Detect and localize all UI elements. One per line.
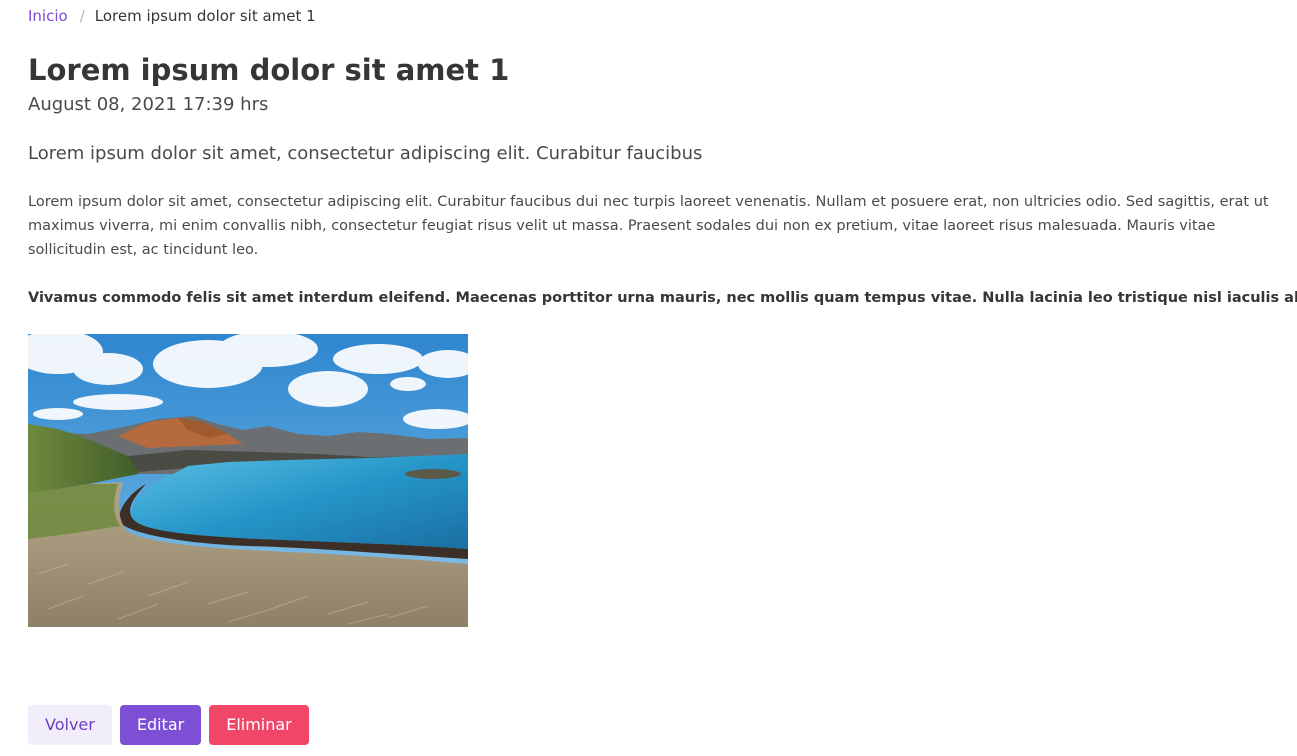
breadcrumb: Inicio / Lorem ipsum dolor sit amet 1 xyxy=(28,6,316,26)
post-date: August 08, 2021 17:39 hrs xyxy=(28,94,269,115)
breadcrumb-current: Lorem ipsum dolor sit amet 1 xyxy=(94,7,316,25)
post-body: Lorem ipsum dolor sit amet, consectetur … xyxy=(28,194,1269,258)
action-buttons: Volver Editar Eliminar xyxy=(28,705,309,745)
edit-button[interactable]: Editar xyxy=(119,705,202,745)
post-highlight: Vivamus commodo felis sit amet interdum … xyxy=(28,290,1297,306)
breadcrumb-home-link[interactable]: Inicio xyxy=(28,7,68,25)
delete-button[interactable]: Eliminar xyxy=(209,705,309,745)
breadcrumb-separator: / xyxy=(79,7,85,25)
back-button[interactable]: Volver xyxy=(28,705,112,745)
post-image xyxy=(28,334,468,627)
post-subtitle: Lorem ipsum dolor sit amet, consectetur … xyxy=(28,143,703,164)
page-title: Lorem ipsum dolor sit amet 1 xyxy=(28,53,510,87)
